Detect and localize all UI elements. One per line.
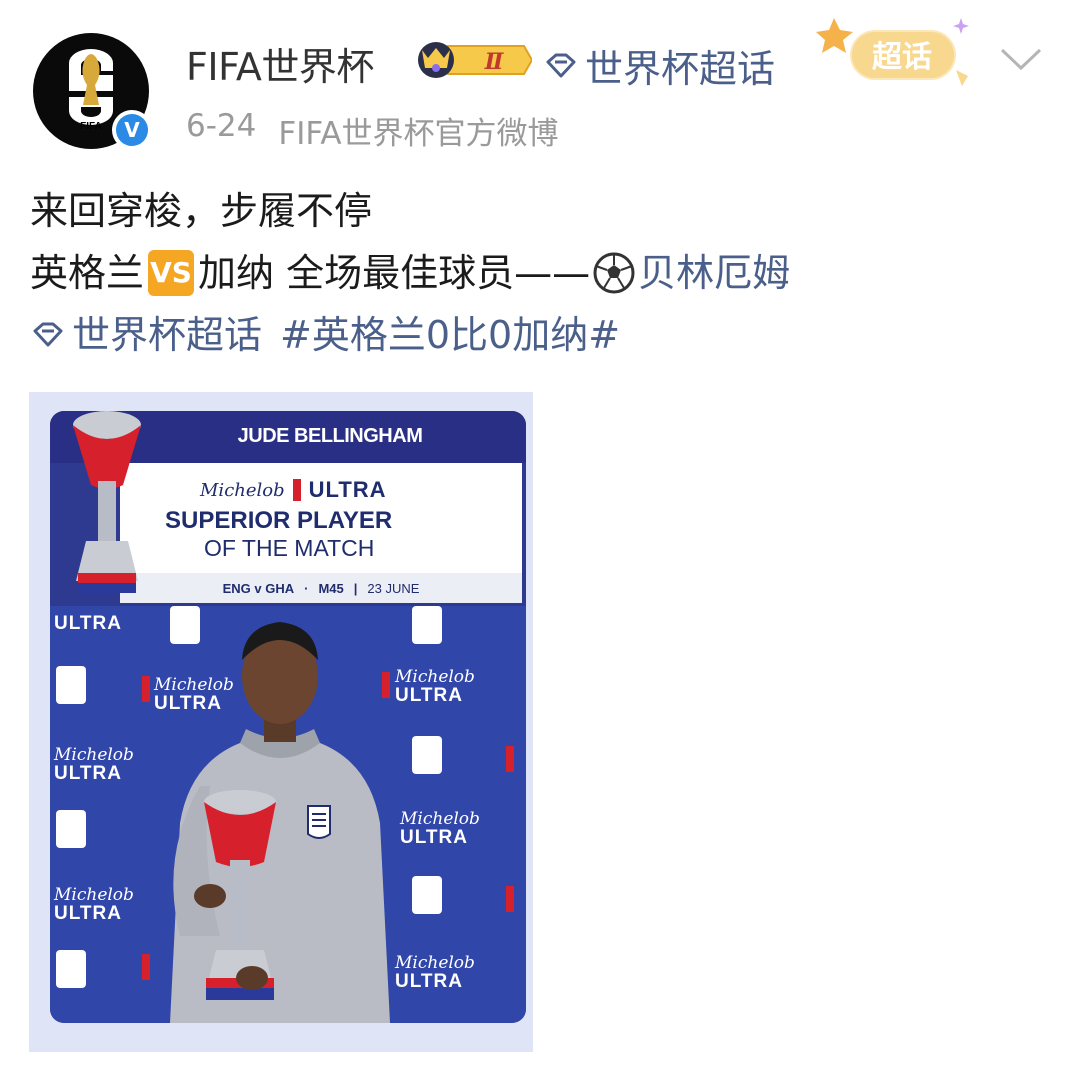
award-title: SUPERIOR PLAYER <box>165 507 393 534</box>
chaohua-icon[interactable]: 超话 <box>816 10 982 90</box>
backdrop-sponsor: ULTRA <box>54 613 122 634</box>
svg-text:Ⅱ: Ⅱ <box>484 49 505 75</box>
soccer-ball-icon <box>593 252 635 294</box>
player-photo <box>170 622 390 1023</box>
diamond-topic-icon <box>33 322 63 347</box>
match-hashtag-link[interactable]: #英格兰0比0加纳# <box>280 304 620 366</box>
backdrop-red-bar <box>506 746 514 772</box>
sponsor-logo: Michelob ULTRA <box>200 477 387 503</box>
fifa-logo-icon <box>56 950 86 988</box>
fifa-logo-icon <box>56 810 86 848</box>
author-name[interactable]: FIFA世界杯 <box>186 36 374 91</box>
post-source: FIFA世界杯官方微博 <box>278 116 559 152</box>
fifa-logo-icon <box>56 666 86 704</box>
backdrop-red-bar <box>506 886 514 912</box>
diamond-topic-icon <box>546 53 576 77</box>
sponsor-bar <box>292 479 301 501</box>
svg-text:超话: 超话 <box>872 40 932 75</box>
fixture: ENG v GHA <box>222 580 295 596</box>
topic-link[interactable]: 世界杯超话 <box>543 38 775 93</box>
post-line-3: 世界杯超话 #英格兰0比0加纳# <box>30 304 790 366</box>
sponsor-script: Michelob <box>200 479 285 501</box>
post-line-2: 英格兰 VS 加纳 全场最佳球员—— 贝林厄姆 <box>30 242 790 304</box>
player-link[interactable]: 贝林厄姆 <box>638 242 790 304</box>
verified-icon: V <box>112 110 152 150</box>
award-panel: Michelob ULTRA SUPERIOR PLAYER OF THE MA… <box>120 463 522 603</box>
trophy-icon <box>73 411 141 593</box>
award-poster[interactable]: JUDE BELLINGHAM Michelob ULTRA SUPERIOR … <box>50 411 526 1023</box>
post-meta: 6-24 FIFA世界杯官方微博 <box>186 108 559 153</box>
backdrop-sponsor: Michelob ULTRA <box>54 745 134 784</box>
sponsor-word: ULTRA <box>308 477 387 502</box>
svg-text:FIFA: FIFA <box>80 121 102 132</box>
match-number: M45 <box>318 580 344 596</box>
team-england: 英格兰 <box>30 251 145 295</box>
topic-hashtag-link[interactable]: 世界杯超话 <box>72 304 262 366</box>
fixture-strip: ENG v GHA · M45 | 23 JUNE <box>120 573 522 603</box>
player-name: JUDE BELLINGHAM <box>237 425 423 447</box>
post-date: 6-24 <box>186 108 257 144</box>
chevron-down-icon[interactable] <box>998 44 1044 74</box>
vs-icon: VS <box>148 250 195 296</box>
post-line-2-text: 加纳 全场最佳球员—— <box>198 251 591 295</box>
topic-link-label: 世界杯超话 <box>585 47 776 91</box>
rank-badge-icon[interactable]: Ⅱ <box>414 38 532 82</box>
post-text: 来回穿梭，步履不停 英格兰 VS 加纳 全场最佳球员—— 贝林厄姆 世界杯超话 … <box>30 180 790 366</box>
match-date: 23 JUNE <box>367 580 420 596</box>
backdrop-sponsor: Michelob ULTRA <box>54 885 134 924</box>
award-subtitle: OF THE MATCH <box>204 535 375 561</box>
post-line-1: 来回穿梭，步履不停 <box>30 189 373 233</box>
